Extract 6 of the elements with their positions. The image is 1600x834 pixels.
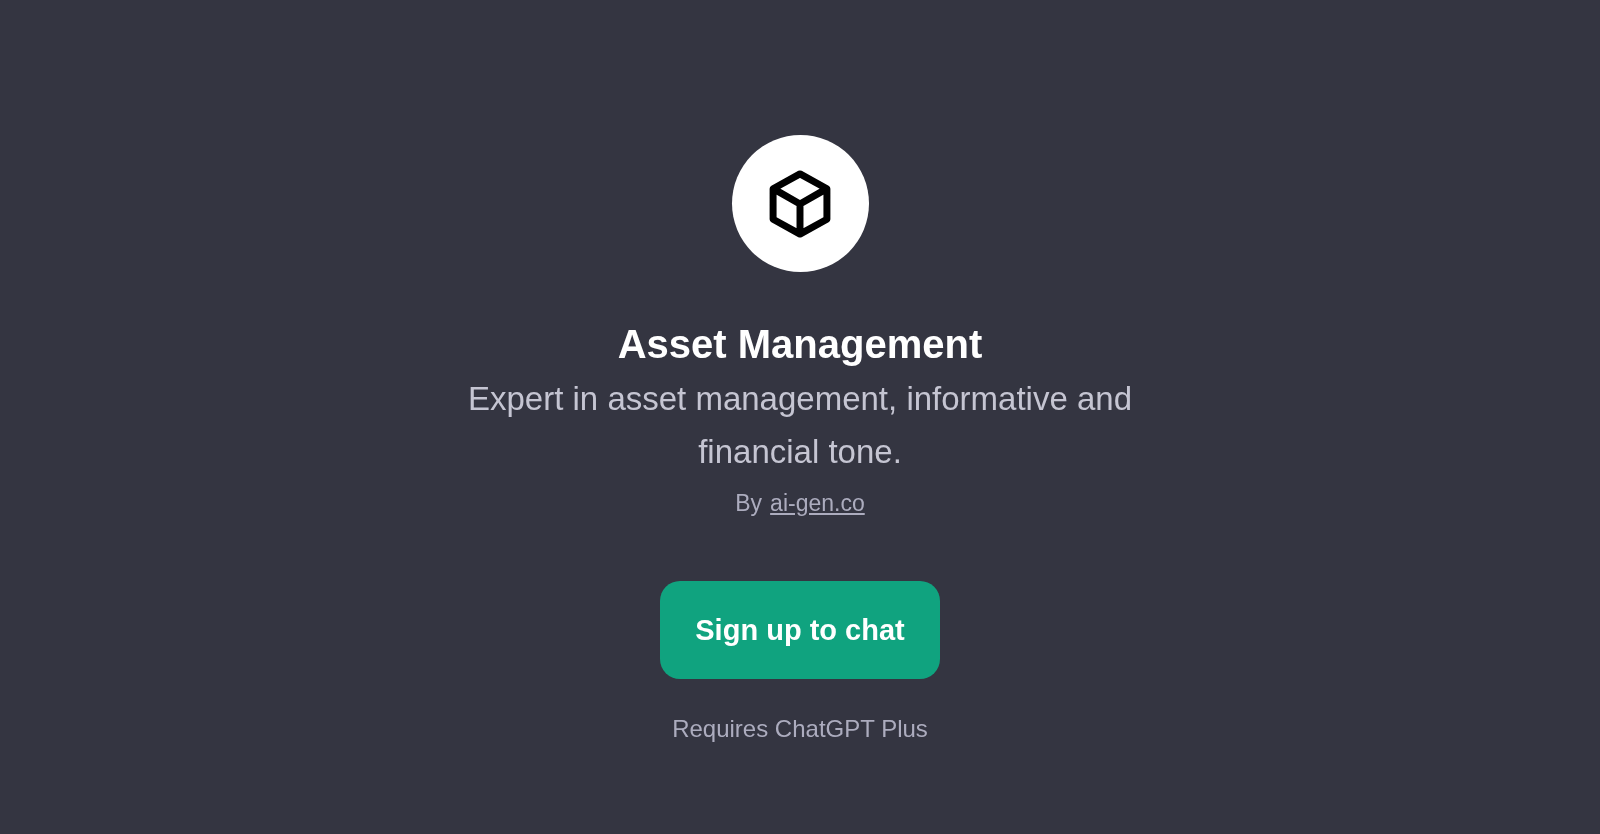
author-link[interactable]: ai-gen.co [770,490,865,517]
description: Expert in asset management, informative and financial tone. [467,379,1133,472]
author-label: By [735,490,763,517]
requirement-note: Requires ChatGPT Plus [672,715,928,743]
gpt-title: Asset Management [617,321,983,368]
sign-up-button[interactable]: Sign up to chat [660,581,940,679]
